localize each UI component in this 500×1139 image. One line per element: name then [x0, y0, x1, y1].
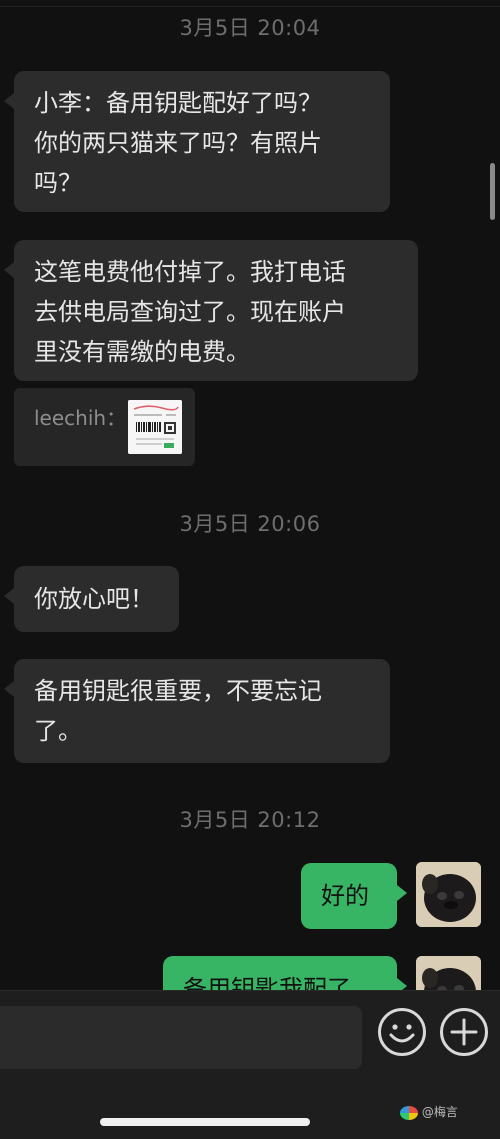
message-bubble-incoming[interactable]: 你放心吧！ — [4, 566, 179, 632]
avatar[interactable] — [416, 956, 481, 990]
quote-sender: leechih： — [34, 406, 127, 430]
message-bubble-incoming[interactable]: 这笔电费他付掉了。我打电话 去供电局查询过了。现在账户 里没有需缴的电费。 — [4, 240, 418, 381]
timestamp: 3月5日 20:06 — [179, 512, 321, 536]
pug-avatar-icon — [416, 862, 481, 927]
message-input[interactable] — [0, 1006, 362, 1069]
emoji-button[interactable] — [378, 1008, 426, 1056]
home-indicator[interactable] — [100, 1118, 310, 1126]
message-bubble-outgoing[interactable]: 好的 — [301, 863, 407, 929]
message-bubble-outgoing[interactable]: 备用钥匙我配了 — [163, 956, 407, 990]
scrollbar[interactable] — [490, 163, 495, 220]
input-bar: @梅言 — [0, 990, 500, 1139]
top-divider — [0, 0, 500, 7]
quote-image-thumbnail[interactable] — [128, 400, 182, 454]
message-bubble-incoming[interactable]: 小李：备用钥匙配好了吗？ 你的两只猫来了吗？有照片 吗？ — [4, 71, 390, 212]
watermark-logo-icon — [400, 1105, 418, 1120]
plus-button[interactable] — [440, 1008, 488, 1056]
watermark: @梅言 — [400, 1101, 496, 1123]
quoted-message[interactable]: leechih： — [14, 388, 195, 466]
receipt-image-icon — [128, 400, 182, 454]
pug-avatar-icon — [416, 956, 481, 990]
timestamp: 3月5日 20:04 — [179, 16, 321, 40]
emoji-icon — [389, 1024, 415, 1043]
plus-icon — [450, 1018, 478, 1046]
avatar[interactable] — [416, 862, 481, 927]
timestamp: 3月5日 20:12 — [179, 808, 321, 832]
message-bubble-incoming[interactable]: 备用钥匙很重要，不要忘记 了。 — [4, 659, 390, 763]
chat-area[interactable]: 3月5日 20:04 小李：备用钥匙配好了吗？ 你的两只猫来了吗？有照片 吗？ … — [0, 0, 500, 990]
watermark-text: @梅言 — [421, 1105, 458, 1119]
